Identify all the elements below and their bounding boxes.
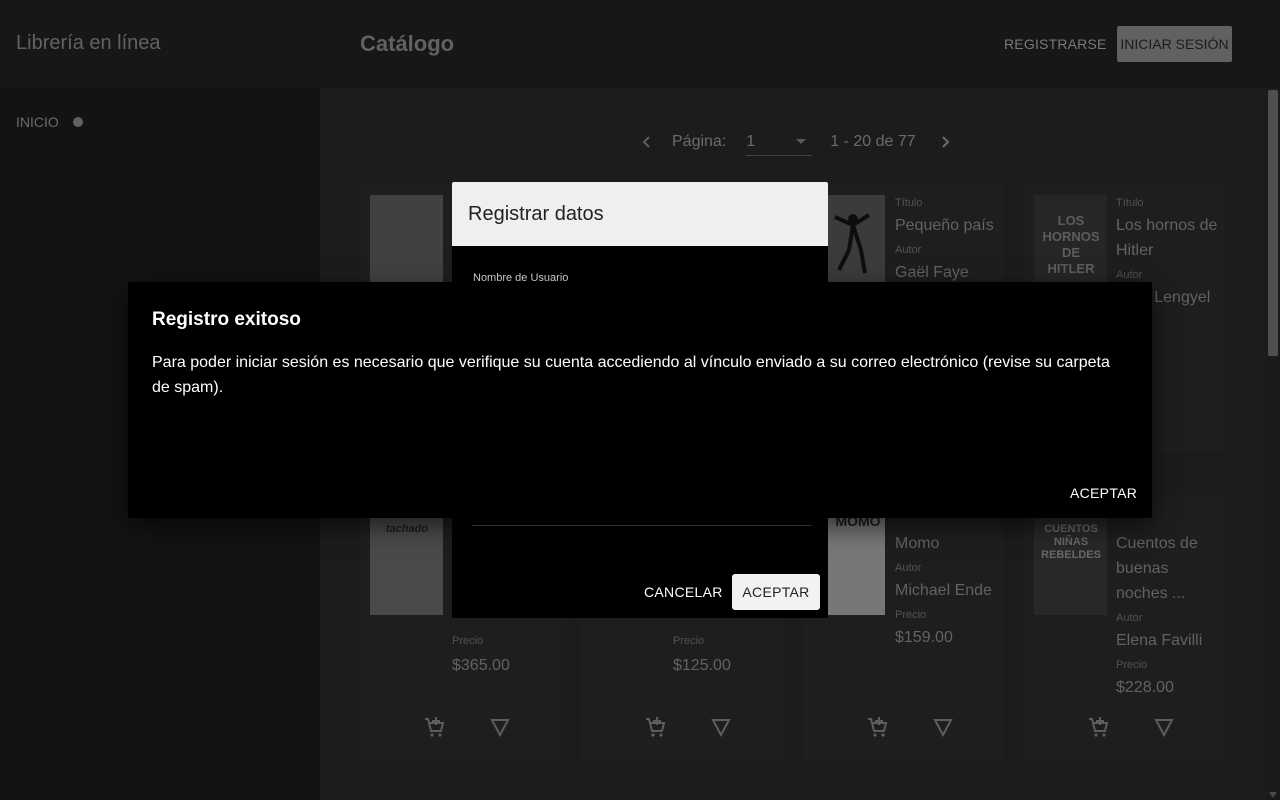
success-accept-button[interactable]: ACEPTAR — [1062, 475, 1145, 511]
form-field-underline[interactable] — [472, 525, 812, 526]
cancel-button[interactable]: CANCELAR — [636, 574, 731, 610]
success-dialog-title: Registro exitoso — [152, 309, 301, 330]
register-dialog-header: Registrar datos — [452, 182, 828, 246]
accept-button[interactable]: ACEPTAR — [732, 574, 820, 610]
success-dialog-message: Para poder iniciar sesión es necesario q… — [152, 354, 1110, 396]
register-dialog-title: Registrar datos — [468, 203, 604, 225]
success-dialog: Registro exitoso Para poder iniciar sesi… — [128, 282, 1152, 518]
